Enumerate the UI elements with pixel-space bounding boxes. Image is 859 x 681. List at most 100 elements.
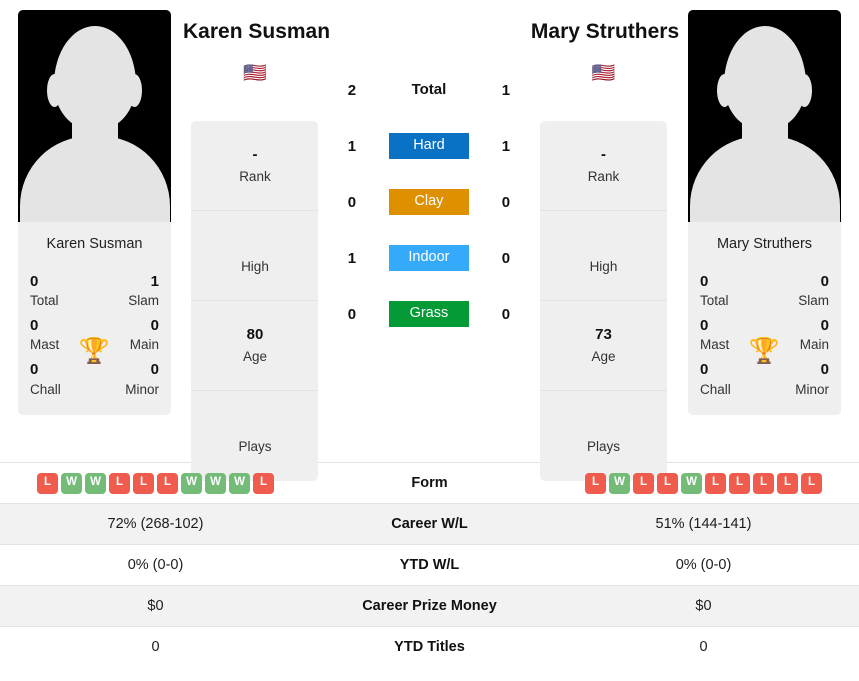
right-titles-main: 0 Main [773, 316, 829, 355]
right-titles-slam-value: 0 [820, 273, 829, 290]
right-age-value: 73 [595, 326, 612, 344]
right-high-label: High [589, 258, 618, 274]
avatar-ear-left [717, 74, 732, 107]
h2h-grass-right-value: 0 [501, 305, 511, 323]
right-form-badge[interactable]: L [777, 472, 798, 494]
surface-badge-hard[interactable]: Hard [388, 132, 469, 160]
surface-badge-clay[interactable]: Clay [388, 188, 469, 216]
left-form-badge[interactable]: L [109, 472, 130, 494]
surface-badge-grass[interactable]: Grass [388, 300, 469, 328]
left-form-badge[interactable]: L [157, 472, 178, 494]
left-form-badge[interactable]: L [253, 472, 274, 494]
right-form-badge[interactable]: L [705, 472, 726, 494]
right-player-info-column: Mary Struthers 🇺🇸 - Rank High 73 Age Pla [519, 10, 688, 482]
right-age-label: Age [591, 348, 616, 364]
h2h-grass-row: 0 Grass 0 [339, 286, 519, 342]
right-form-badge[interactable]: L [801, 472, 822, 494]
left-plays-value [195, 415, 314, 437]
left-titles-chall-value: 0 [30, 361, 39, 379]
left-player-name[interactable]: Karen Susman [171, 18, 339, 45]
avatar-body [689, 136, 840, 222]
h2h-indoor-row: 1 Indoor 0 [339, 230, 519, 286]
h2h-hard-left-value: 1 [347, 137, 357, 155]
right-player-photo-card[interactable]: Mary Struthers 0 Total 0 Slam 0 Mast 0 M… [688, 10, 841, 416]
table-row-career-prize-money: $0 Career Prize Money $0 [0, 585, 859, 626]
right-titles-minor: 0 Minor [773, 360, 829, 399]
right-player-name[interactable]: Mary Struthers [519, 18, 688, 45]
left-titles-mast-label: Mast [30, 337, 60, 353]
row-label-career-wl: Career W/L [391, 516, 468, 532]
left-career-wl-value: 72% (268-102) [107, 516, 204, 532]
right-titles-challenger: 0 Chall [700, 360, 756, 399]
left-player-photo-card[interactable]: Karen Susman 0 Total 1 Slam 0 Mast 0 Mai… [18, 10, 171, 416]
left-titles-main: 0 Main [103, 316, 159, 355]
h2h-hard-right-value: 1 [501, 137, 511, 155]
right-form-badge[interactable]: L [657, 472, 678, 494]
right-titles-masters: 0 Mast [700, 316, 756, 355]
comparison-stats-table: LWWLLLWWWL Form LWLLWLLLLL 72% (268-102)… [0, 462, 859, 667]
table-row-career-wl: 72% (268-102) Career W/L 51% (144-141) [0, 503, 859, 544]
row-label-ytd-wl: YTD W/L [399, 557, 460, 573]
table-row-ytd-wl: 0% (0-0) YTD W/L 0% (0-0) [0, 544, 859, 585]
left-rank-value: - [252, 146, 258, 164]
player-comparison-header: Karen Susman 0 Total 1 Slam 0 Mast 0 Mai… [0, 0, 859, 482]
left-titles-total: 0 Total [30, 272, 86, 311]
right-titles-chall-label: Chall [700, 381, 731, 397]
left-form-badge[interactable]: W [205, 472, 226, 494]
left-player-info-column: Karen Susman 🇺🇸 - Rank High 80 Age Plays [171, 10, 339, 482]
left-form-badge[interactable]: L [133, 472, 154, 494]
right-titles-mast-label: Mast [700, 337, 730, 353]
h2h-comparison-page: Karen Susman 0 Total 1 Slam 0 Mast 0 Mai… [0, 0, 859, 681]
left-age-segment: 80 Age [191, 301, 319, 392]
right-form-badge[interactable]: L [729, 472, 750, 494]
left-form-badges: LWWLLLWWWL [0, 472, 311, 494]
left-titles-total-label: Total [30, 293, 59, 309]
right-photo-caption: Mary Struthers [688, 222, 841, 265]
left-rank-label: Rank [239, 168, 271, 184]
surface-badge-indoor[interactable]: Indoor [388, 244, 469, 272]
left-titles-main-label: Main [129, 337, 159, 353]
right-titles-total: 0 Total [700, 272, 756, 311]
right-form-badge[interactable]: L [585, 472, 606, 494]
right-titles-minor-label: Minor [795, 381, 829, 397]
avatar-ear-right [797, 74, 812, 107]
right-high-segment: High [539, 211, 667, 302]
left-titles-mast-value: 0 [30, 317, 39, 335]
h2h-hard-row: 1 Hard 1 [339, 118, 519, 174]
right-player-photo [688, 10, 841, 222]
right-titles-minor-value: 0 [820, 361, 829, 379]
right-form-badge[interactable]: L [633, 472, 654, 494]
right-career-prize-money-value: $0 [695, 598, 712, 614]
h2h-indoor-right-value: 0 [501, 249, 511, 267]
right-titles-main-value: 0 [820, 317, 829, 335]
h2h-indoor-left-value: 1 [347, 249, 357, 267]
h2h-total-label: Total [411, 81, 447, 98]
h2h-clay-left-value: 0 [347, 193, 357, 211]
right-plays-value [544, 415, 663, 437]
h2h-clay-right-value: 0 [501, 193, 511, 211]
right-form-badge[interactable]: W [681, 472, 702, 494]
right-rank-value: - [600, 146, 606, 164]
right-high-value [544, 235, 663, 257]
left-high-segment: High [191, 211, 319, 302]
right-titles-total-label: Total [700, 293, 729, 309]
left-form-badge[interactable]: L [37, 472, 58, 494]
left-titles-total-value: 0 [30, 273, 39, 290]
trophy-icon: 🏆 [748, 337, 781, 365]
table-row-form: LWWLLLWWWL Form LWLLWLLLLL [0, 462, 859, 503]
table-row-ytd-titles: 0 YTD Titles 0 [0, 626, 859, 667]
right-form-badge[interactable]: L [753, 472, 774, 494]
left-form-badge[interactable]: W [181, 472, 202, 494]
left-titles-minor-label: Minor [125, 381, 159, 397]
left-titles-slam-value: 1 [150, 273, 159, 290]
head-to-head-column: 2 Total 1 1 Hard 1 0 Clay 0 1 Indoor 0 0… [339, 10, 519, 342]
left-player-info-card: - Rank High 80 Age Plays [191, 121, 319, 482]
left-form-badge[interactable]: W [85, 472, 106, 494]
right-form-badge[interactable]: W [609, 472, 630, 494]
avatar-ear-right [127, 74, 142, 107]
left-form-badge[interactable]: W [229, 472, 250, 494]
left-form-badge[interactable]: W [61, 472, 82, 494]
row-label-ytd-titles: YTD Titles [394, 639, 465, 655]
right-titles-slam-label: Slam [798, 293, 829, 309]
avatar-body [19, 136, 170, 222]
